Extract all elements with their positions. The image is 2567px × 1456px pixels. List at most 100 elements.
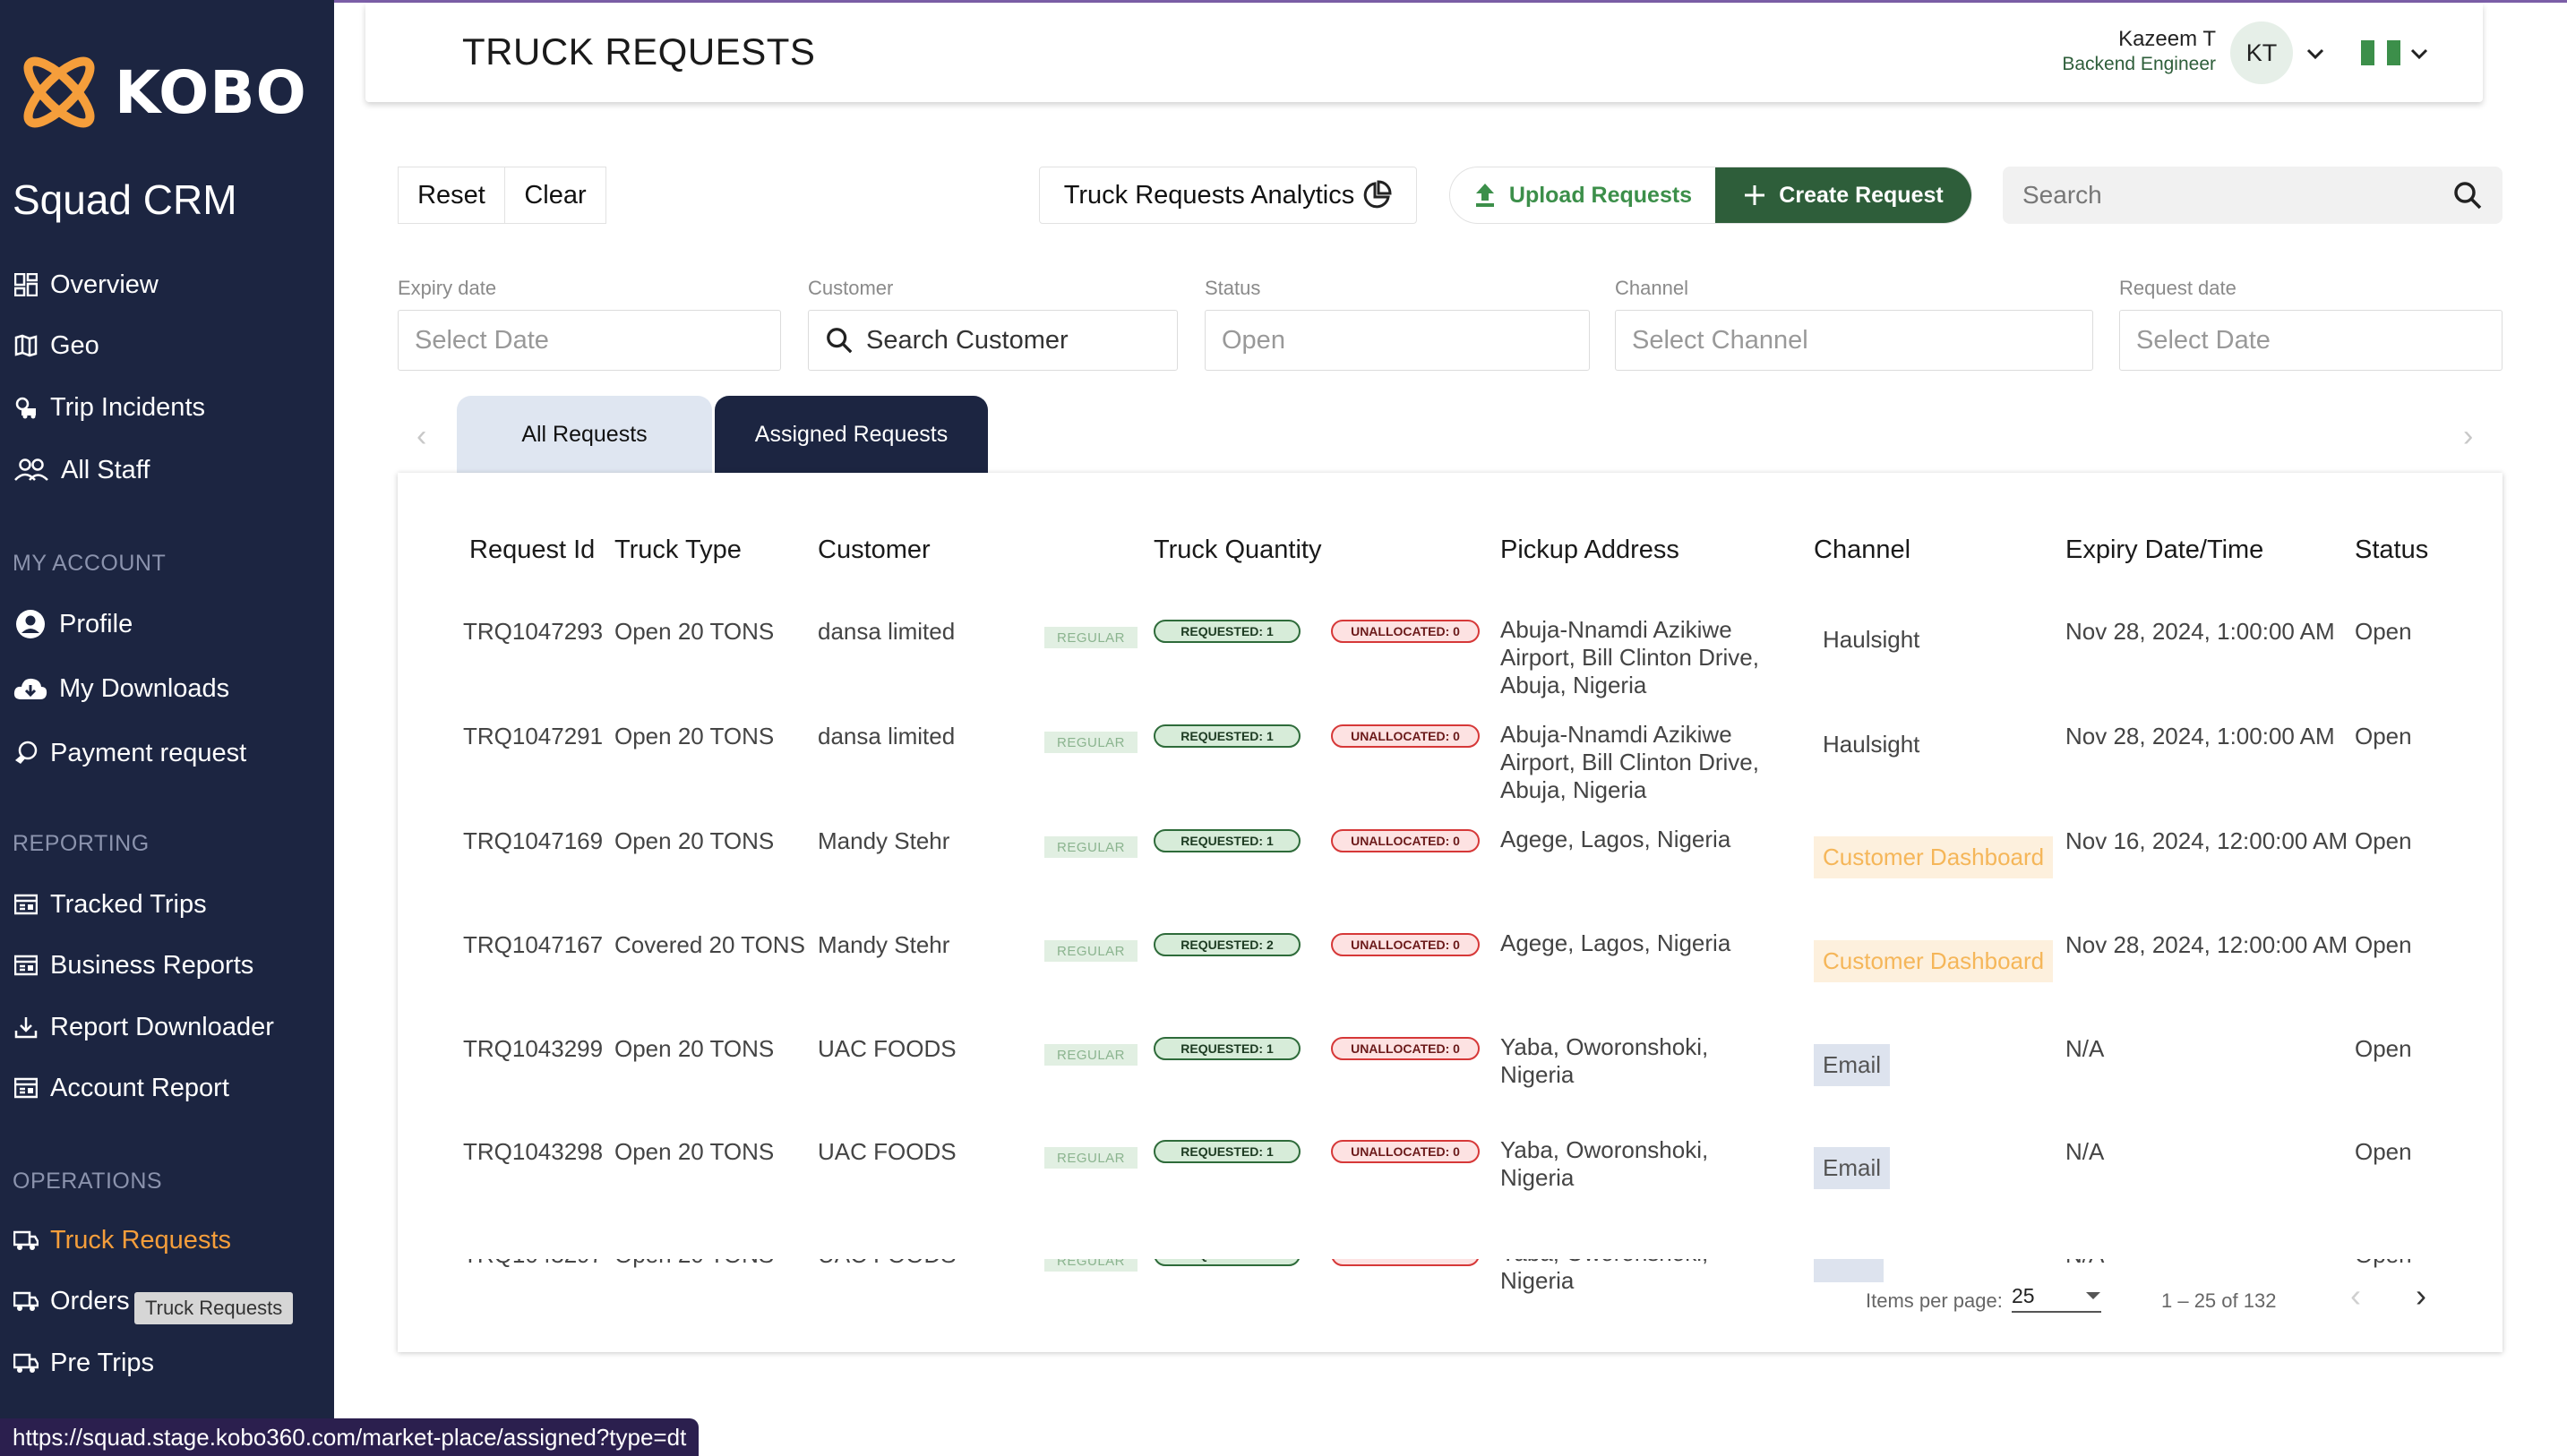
truck-type-cell: Open 20 TONS (614, 827, 775, 854)
analytics-button[interactable]: Truck Requests Analytics (1039, 167, 1417, 224)
avatar[interactable]: KT (2230, 21, 2293, 84)
search-icon[interactable] (2452, 180, 2483, 210)
column-header: Request Id (469, 535, 596, 564)
sidebar-item-pre-trips[interactable]: Pre Trips (13, 1340, 154, 1385)
incident-icon (13, 394, 39, 421)
customer-search-field[interactable]: Search Customer (808, 310, 1178, 371)
status-url: https://squad.stage.kobo360.com/market-p… (0, 1418, 700, 1456)
user-icon (13, 610, 48, 638)
unallocated-badge: UNALLOCATED: 0 (1331, 1037, 1480, 1060)
map-icon (13, 332, 39, 359)
dashboard-icon (13, 271, 39, 298)
tab-assigned-requests[interactable]: Assigned Requests (715, 396, 988, 473)
sidebar-item-orders[interactable]: Orders (13, 1279, 130, 1323)
request-id-cell: TRQ1047291 (463, 723, 604, 749)
request-id-cell: TRQ1043298 (463, 1138, 604, 1165)
request-type-badge: REGULAR (1044, 732, 1138, 753)
sidebar-item-label: Geo (50, 330, 99, 360)
channel-field[interactable]: Select Channel (1615, 310, 2093, 371)
column-header: Truck Type (614, 535, 742, 564)
request-date-label: Request date (2119, 277, 2236, 299)
truck-type-cell: Covered 20 TONS (614, 931, 805, 958)
sidebar-item-label: Payment request (50, 738, 247, 767)
section-my-account: MY ACCOUNT (13, 551, 167, 576)
nigeria-flag-icon[interactable] (2361, 40, 2401, 65)
items-per-page-value: 25 (2012, 1283, 2035, 1307)
tab-all-requests[interactable]: All Requests (457, 396, 712, 473)
expiry-cell: Nov 28, 2024, 1:00:00 AM (2065, 723, 2335, 749)
previous-page-icon[interactable]: ‹ (2350, 1277, 2361, 1315)
request-date-field[interactable]: Select Date (2119, 310, 2503, 371)
sidebar-item-profile[interactable]: Profile (13, 602, 133, 647)
upload-requests-label: Upload Requests (1508, 182, 1693, 208)
truck-icon (13, 1227, 39, 1254)
request-type-badge: REGULAR (1044, 940, 1138, 962)
expiry-cell: N/A (2065, 1035, 2105, 1062)
table-scroll-clip (398, 1238, 2503, 1259)
requested-badge: REQUESTED: 1 (1154, 1140, 1301, 1163)
sidebar-item-my-downloads[interactable]: My Downloads (13, 666, 229, 711)
truck-type-cell: Open 20 TONS (614, 723, 775, 749)
sidebar-item-business-reports[interactable]: Business Reports (13, 943, 253, 988)
sidebar-item-overview[interactable]: Overview (13, 262, 159, 307)
upload-requests-button[interactable]: Upload Requests (1450, 167, 1715, 223)
payment-icon (13, 740, 39, 767)
unallocated-badge: UNALLOCATED: 0 (1331, 933, 1480, 956)
expiry-date-field[interactable]: Select Date (398, 310, 781, 371)
chevron-down-icon[interactable] (2305, 44, 2325, 64)
customer-search-placeholder: Search Customer (866, 325, 1069, 355)
create-request-button[interactable]: Create Request (1715, 167, 1971, 223)
sidebar-item-account-report[interactable]: Account Report (13, 1066, 229, 1110)
search-input[interactable]: Search (2003, 167, 2503, 224)
expiry-cell: Nov 28, 2024, 12:00:00 AM (2065, 931, 2348, 958)
status-cell: Open (2355, 827, 2412, 854)
items-per-page-select[interactable]: 25 (2012, 1280, 2101, 1313)
sidebar-item-payment-request[interactable]: Payment request (13, 731, 246, 775)
channel-badge: Email (1814, 1044, 1891, 1086)
next-page-icon[interactable]: › (2416, 1277, 2426, 1315)
sidebar-item-truck-requests[interactable]: Truck Requests (13, 1218, 231, 1263)
section-operations: OPERATIONS (13, 1169, 163, 1194)
pickup-address-cell: Yaba, Oworonshoki, Nigeria (1500, 1136, 1709, 1191)
request-type-badge: REGULAR (1044, 1044, 1138, 1066)
customer-cell: UAC FOODS (818, 1035, 957, 1062)
sidebar-item-trip-incidents[interactable]: Trip Incidents (13, 385, 205, 430)
status-field[interactable]: Open (1205, 310, 1590, 371)
truck-icon (13, 1349, 39, 1376)
sidebar-item-report-downloader[interactable]: Report Downloader (13, 1005, 274, 1049)
brand-title: Squad CRM (13, 176, 237, 223)
pickup-address-cell: Agege, Lagos, Nigeria (1500, 929, 1731, 956)
people-icon (13, 457, 50, 484)
tab-scroll-left-icon[interactable]: ‹ (416, 419, 426, 454)
sidebar-item-label: Tracked Trips (50, 889, 207, 919)
page-range: 1 – 25 of 132 (2161, 1289, 2277, 1312)
sidebar-item-tracked-trips[interactable]: Tracked Trips (13, 882, 207, 927)
chevron-down-icon[interactable] (2409, 44, 2429, 64)
reset-button[interactable]: Reset (398, 167, 505, 224)
channel-badge: Haulsight (1823, 731, 1920, 758)
channel-badge: Customer Dashboard (1814, 940, 2054, 982)
unallocated-badge: UNALLOCATED: 0 (1331, 1140, 1480, 1163)
sidebar-item-label: Overview (50, 270, 159, 299)
status-cell: Open (2355, 931, 2412, 958)
download-icon (13, 1014, 39, 1041)
sidebar-item-label: Business Reports (50, 950, 254, 980)
user-name: Kazeem T (2118, 27, 2216, 51)
customer-cell: Mandy Stehr (818, 931, 950, 958)
upload-icon (1475, 184, 1494, 207)
column-header: Expiry Date/Time (2065, 535, 2264, 564)
tab-scroll-right-icon[interactable]: › (2463, 419, 2473, 454)
sidebar-item-label: Truck Requests (50, 1225, 231, 1255)
status-cell: Open (2355, 1138, 2412, 1165)
user-role: Backend Engineer (2062, 54, 2216, 74)
pickup-address-cell: Abuja-Nnamdi Azikiwe Airport, Bill Clint… (1500, 721, 1759, 803)
expiry-date-label: Expiry date (398, 277, 497, 299)
sidebar-item-all-staff[interactable]: All Staff (13, 448, 150, 492)
pie-chart-icon (1363, 180, 1392, 209)
requested-badge: REQUESTED: 2 (1154, 933, 1301, 956)
sidebar-item-geo[interactable]: Geo (13, 323, 99, 368)
clear-button[interactable]: Clear (504, 167, 606, 224)
sidebar-item-label: Account Report (50, 1073, 229, 1102)
logo-text: KOBO (115, 57, 307, 127)
kobo-logo[interactable]: KOBO (13, 49, 307, 135)
